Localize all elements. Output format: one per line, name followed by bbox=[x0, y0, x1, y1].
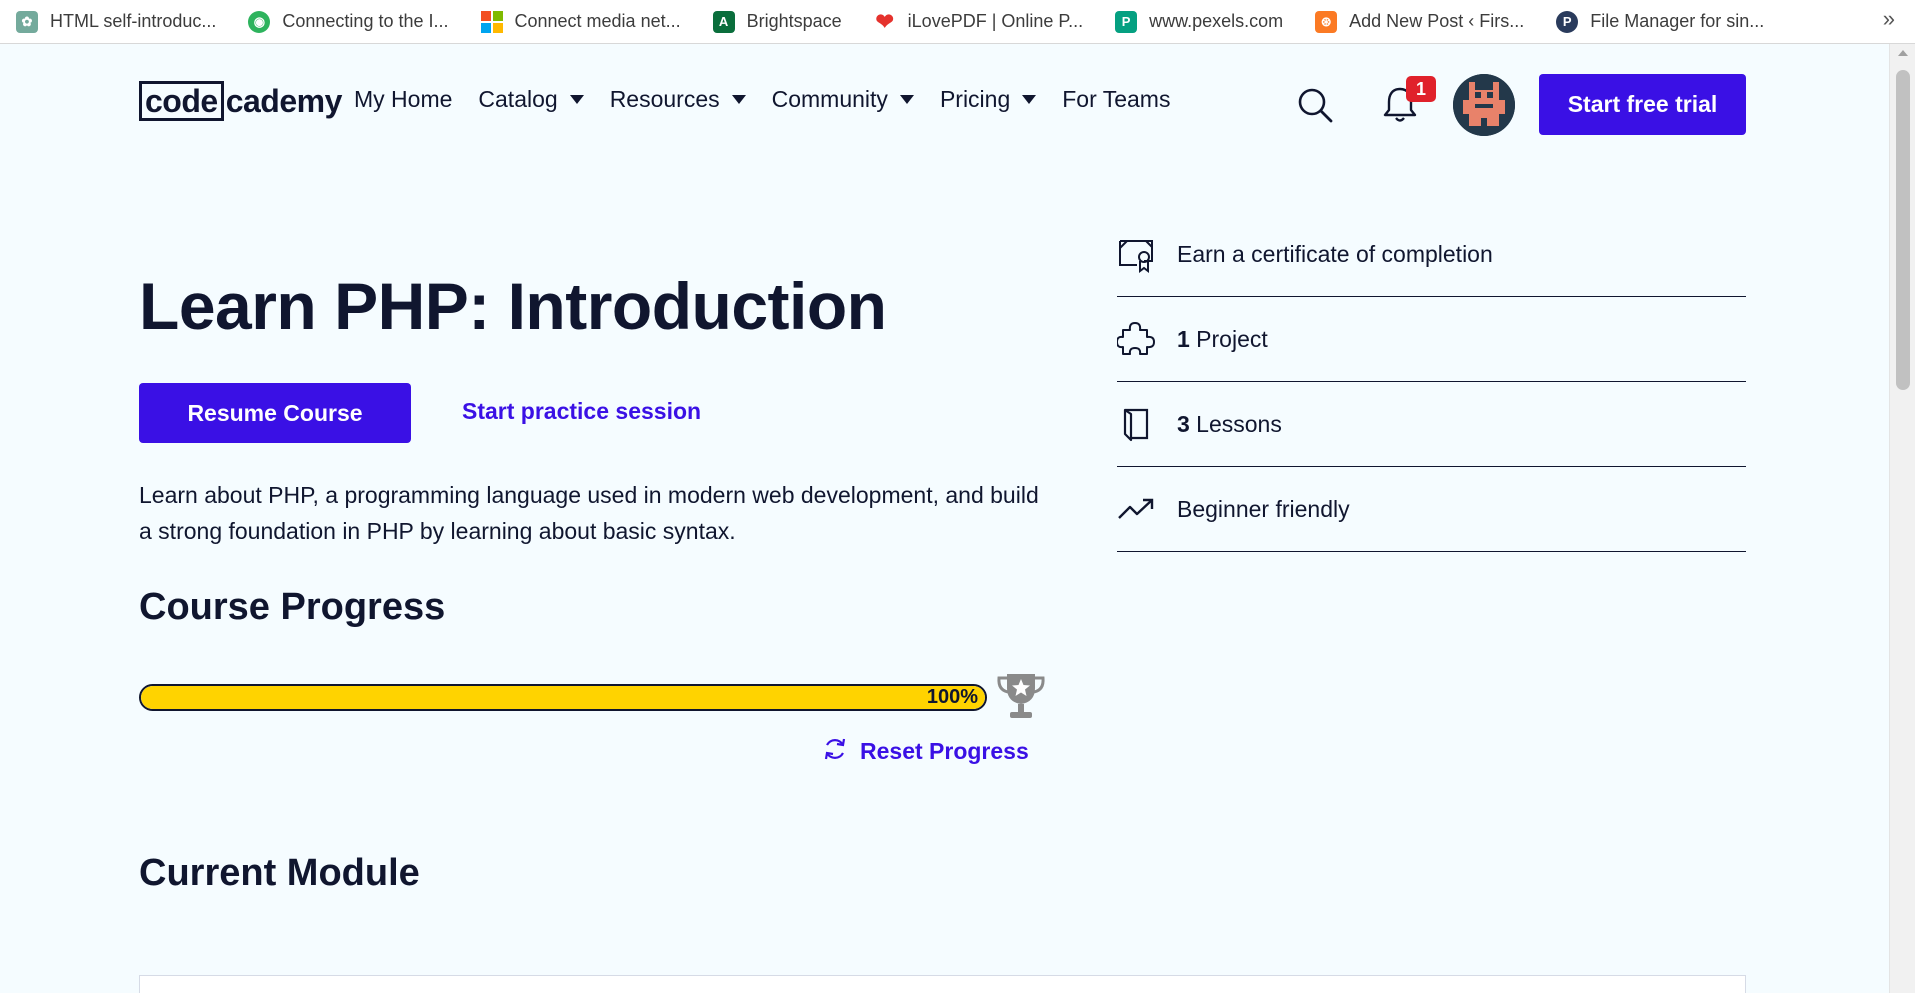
course-features-list: Earn a certificate of completion 1 Proje… bbox=[1116, 212, 1746, 552]
main-nav: My Home Catalog Resources Community Pric… bbox=[354, 86, 1196, 113]
more-bookmarks-button[interactable]: » bbox=[1883, 6, 1895, 32]
caret-down-icon bbox=[731, 95, 746, 104]
current-module-card[interactable] bbox=[139, 975, 1746, 993]
avatar[interactable] bbox=[1453, 74, 1515, 136]
heart-icon: ❤ bbox=[875, 8, 894, 34]
notification-badge: 1 bbox=[1406, 76, 1436, 102]
p-icon: P bbox=[1556, 10, 1579, 33]
certificate-icon bbox=[1117, 235, 1155, 273]
reset-progress-label: Reset Progress bbox=[860, 738, 1029, 764]
scrollbar-thumb[interactable] bbox=[1896, 70, 1910, 390]
bookmark-item[interactable]: A Brightspace bbox=[712, 7, 852, 37]
trophy-icon bbox=[995, 670, 1047, 722]
progress-bar bbox=[139, 684, 987, 711]
nav-catalog[interactable]: Catalog bbox=[478, 86, 584, 113]
bookmark-item[interactable]: P www.pexels.com bbox=[1115, 7, 1293, 37]
bookmark-item[interactable]: ✿ HTML self-introduc... bbox=[16, 7, 226, 37]
bookmark-label: Add New Post ‹ Firs... bbox=[1349, 11, 1525, 31]
bookmark-label: www.pexels.com bbox=[1149, 11, 1284, 31]
bookmark-item[interactable]: ◉ Connecting to the I... bbox=[248, 7, 458, 37]
search-icon[interactable] bbox=[1296, 86, 1334, 124]
puzzle-icon bbox=[1116, 320, 1155, 358]
nav-label: Catalog bbox=[478, 86, 558, 112]
caret-down-icon bbox=[1022, 95, 1037, 104]
trending-up-icon bbox=[1117, 490, 1155, 528]
feature-label: Earn a certificate of completion bbox=[1177, 240, 1493, 267]
bookmark-label: File Manager for sin... bbox=[1590, 11, 1765, 31]
nav-resources[interactable]: Resources bbox=[610, 86, 746, 113]
nav-community[interactable]: Community bbox=[772, 86, 914, 113]
brightspace-icon: A bbox=[712, 10, 735, 33]
caret-down-icon bbox=[569, 95, 584, 104]
nav-my-home[interactable]: My Home bbox=[354, 86, 452, 113]
nav-label: My Home bbox=[354, 86, 453, 112]
current-module-heading: Current Module bbox=[139, 852, 420, 894]
start-practice-session-link[interactable]: Start practice session bbox=[462, 398, 701, 425]
microsoft-icon bbox=[480, 10, 503, 33]
bookmark-item[interactable]: ⊛ Add New Post ‹ Firs... bbox=[1315, 7, 1534, 37]
bookmark-label: HTML self-introduc... bbox=[50, 11, 217, 31]
course-title: Learn PHP: Introduction bbox=[139, 269, 887, 343]
caret-down-icon bbox=[899, 95, 914, 104]
feature-certificate: Earn a certificate of completion bbox=[1117, 212, 1746, 297]
reset-progress-button[interactable]: Reset Progress bbox=[822, 736, 1029, 767]
scroll-up-arrow-icon[interactable] bbox=[1898, 50, 1908, 56]
page-scrollbar[interactable] bbox=[1889, 44, 1915, 993]
logo-cademy: cademy bbox=[225, 82, 343, 119]
nav-label: Community bbox=[771, 86, 888, 112]
codecademy-logo[interactable]: code cademy bbox=[139, 80, 342, 122]
progress-percent: 100% bbox=[926, 686, 978, 708]
headset-icon: ◉ bbox=[248, 10, 271, 33]
feature-project: 1 Project bbox=[1116, 297, 1746, 382]
resume-course-button[interactable]: Resume Course bbox=[139, 383, 411, 443]
book-icon bbox=[1117, 405, 1155, 443]
bookmark-item[interactable]: ❤ iLovePDF | Online P... bbox=[874, 7, 1093, 37]
nav-label: For Teams bbox=[1062, 86, 1171, 112]
feature-label: Beginner friendly bbox=[1177, 495, 1350, 522]
course-description: Learn about PHP, a programming language … bbox=[139, 482, 1039, 544]
bookmark-label: Brightspace bbox=[746, 11, 842, 31]
nav-for-teams[interactable]: For Teams bbox=[1062, 86, 1170, 113]
feature-label: 3 Lessons bbox=[1177, 410, 1282, 437]
feature-beginner: Beginner friendly bbox=[1117, 467, 1746, 552]
xampp-icon: ⊛ bbox=[1315, 10, 1338, 33]
progress-bar-fill bbox=[141, 686, 985, 709]
pexels-icon: P bbox=[1115, 10, 1138, 33]
bookmark-item[interactable]: P File Manager for sin... bbox=[1556, 7, 1774, 37]
nav-label: Resources bbox=[609, 86, 720, 112]
nav-pricing[interactable]: Pricing bbox=[939, 86, 1037, 113]
feature-label: 1 Project bbox=[1177, 325, 1268, 352]
logo-code: code bbox=[139, 81, 224, 121]
course-progress-heading: Course Progress bbox=[139, 586, 446, 628]
bookmark-label: Connect media net... bbox=[514, 11, 681, 31]
start-free-trial-button[interactable]: Start free trial bbox=[1539, 74, 1746, 135]
feature-lessons: 3 Lessons bbox=[1117, 382, 1746, 467]
bookmark-label: iLovePDF | Online P... bbox=[907, 11, 1084, 31]
refresh-icon bbox=[822, 736, 848, 767]
nav-label: Pricing bbox=[939, 86, 1011, 112]
bookmark-item[interactable]: Connect media net... bbox=[480, 7, 691, 37]
bookmarks-bar: ✿ HTML self-introduc... ◉ Connecting to … bbox=[0, 0, 1915, 44]
chatgpt-icon: ✿ bbox=[16, 10, 38, 33]
bookmark-label: Connecting to the I... bbox=[282, 11, 449, 31]
